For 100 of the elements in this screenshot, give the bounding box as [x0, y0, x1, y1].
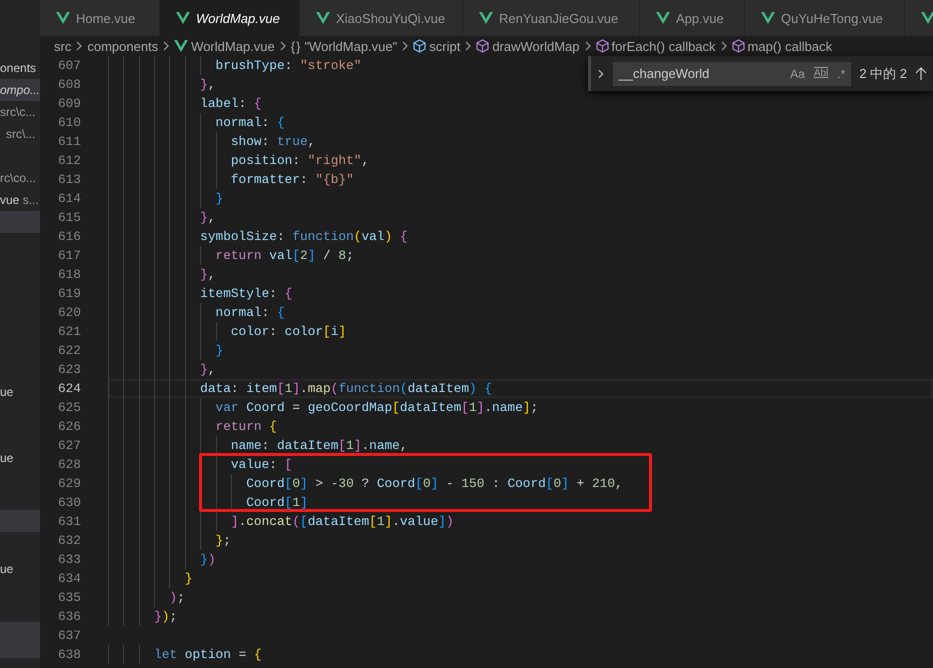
- code-line: }: [214, 343, 224, 358]
- line-number: 629: [56, 475, 81, 493]
- line-number: 632: [56, 532, 81, 550]
- list-item[interactable]: rc\co...: [0, 167, 40, 189]
- code-line: itemStyle: {: [199, 286, 292, 301]
- line-number: 634: [56, 570, 81, 588]
- line-number: 636: [56, 608, 81, 626]
- code-line: }): [199, 552, 216, 567]
- list-item[interactable]: src\...: [0, 123, 40, 145]
- line-number: 619: [56, 285, 81, 303]
- editor-tab[interactable]: XiaoShouYuQi.vue: [300, 0, 463, 36]
- chevron-icon: [720, 40, 728, 52]
- up-arrow-icon: [915, 66, 927, 80]
- vue-icon: [56, 12, 70, 24]
- editor-tab[interactable]: Home.vue: [40, 0, 160, 36]
- chevron-icon: [597, 68, 605, 80]
- line-number: 612: [56, 152, 81, 170]
- cube-icon: [413, 39, 426, 53]
- chevron-icon: [162, 40, 170, 52]
- chevron-icon: [278, 40, 287, 52]
- search-field[interactable]: __changeWorld Aa Abl .*: [612, 62, 852, 86]
- code-line: label: {: [199, 96, 262, 111]
- code-line: },: [199, 210, 216, 225]
- code-line: }: [184, 571, 192, 586]
- chevron-icon: [584, 40, 592, 52]
- breadcrumb-item[interactable]: WorldMap.vue: [174, 38, 275, 54]
- chevron-icon: [464, 40, 472, 52]
- vue-icon: [656, 12, 670, 24]
- breadcrumb-item[interactable]: script: [413, 38, 460, 54]
- line-number: 608: [56, 76, 81, 94]
- code-line: return val[2] / 8;: [214, 248, 354, 263]
- chevron-icon: [75, 40, 84, 52]
- list-item[interactable]: ue: [0, 447, 40, 469]
- chevron-icon: [401, 40, 410, 52]
- breadcrumb-item[interactable]: components: [87, 38, 158, 54]
- code-line: formatter: "{b}": [230, 172, 354, 187]
- cube-icon: [732, 39, 745, 53]
- list-item[interactable]: ue: [0, 558, 40, 580]
- vue-icon: [479, 12, 493, 24]
- code-line: value: [: [230, 457, 292, 472]
- code-line: name: dataItem[1].name,: [230, 438, 408, 453]
- line-number: 611: [56, 133, 81, 151]
- breadcrumb-item[interactable]: src: [54, 38, 72, 54]
- list-item[interactable]: ompo...: [0, 79, 40, 101]
- list-item[interactable]: onents: [0, 57, 40, 79]
- code-line: brushType: "stroke": [214, 58, 362, 73]
- line-number: 638: [56, 646, 81, 664]
- line-number: 624: [56, 380, 81, 398]
- line-number: 631: [56, 513, 81, 531]
- code-line: },: [199, 362, 216, 377]
- breadcrumb-item[interactable]: {} "WorldMap.vue": [290, 38, 398, 54]
- cube-icon: [476, 39, 490, 53]
- vue-icon: [316, 12, 330, 24]
- option-toggle[interactable]: Aa: [790, 66, 805, 80]
- line-number: 626: [56, 418, 81, 436]
- code-line: Coord[1]: [245, 495, 308, 510]
- code-line: data: item[1].map(function(dataItem) {: [199, 381, 492, 396]
- code-line: show: true,: [230, 134, 316, 149]
- code-line: },: [199, 267, 216, 282]
- editor-tab[interactable]: QuYuHeTong.vue: [745, 0, 905, 36]
- editor-tab[interactable]: App.vue: [640, 0, 745, 36]
- list-item[interactable]: ue: [0, 381, 40, 403]
- breadcrumb-item[interactable]: map() callback: [732, 38, 832, 54]
- code-line: },: [199, 77, 216, 92]
- match-count: 2 中的 2: [859, 64, 907, 82]
- code-line: var Coord = geoCoordMap[dataItem[1].name];: [214, 400, 538, 415]
- code-line: position: "right",: [230, 153, 370, 168]
- breadcrumb-item[interactable]: drawWorldMap: [476, 38, 580, 54]
- vue-icon: [761, 12, 775, 24]
- list-item[interactable]: [0, 622, 40, 658]
- option-toggle[interactable]: Abl: [814, 66, 828, 80]
- code-line: symbolSize: function(val) {: [199, 229, 408, 244]
- list-item[interactable]: src\c...: [0, 101, 40, 123]
- line-number: 621: [56, 323, 81, 341]
- vue-icon: [174, 40, 188, 52]
- list-item[interactable]: [0, 211, 40, 233]
- line-number: 610: [56, 114, 81, 132]
- line-number: 628: [56, 456, 81, 474]
- code-line: ].concat([dataItem[1].value]): [230, 514, 454, 529]
- line-number: 613: [56, 171, 81, 189]
- list-item[interactable]: vue s...: [0, 189, 40, 211]
- line-number: 615: [56, 209, 81, 227]
- line-number: 627: [56, 437, 81, 455]
- code-line: normal: {: [214, 115, 285, 130]
- breadcrumb-item[interactable]: forEach() callback: [596, 38, 716, 54]
- line-number: 620: [56, 304, 81, 322]
- code-line: );: [168, 590, 185, 605]
- line-number: 625: [56, 399, 81, 417]
- list-item[interactable]: [0, 510, 40, 532]
- editor-tab[interactable]: WorldMap.vue: [160, 0, 300, 36]
- option-toggle[interactable]: .*: [837, 66, 846, 80]
- line-number: 623: [56, 361, 81, 379]
- code-line: normal: {: [214, 305, 285, 320]
- code-line: });: [153, 609, 178, 624]
- line-number: 637: [56, 627, 81, 645]
- line-number: 609: [56, 95, 81, 113]
- line-number: 635: [56, 589, 81, 607]
- vue-icon: [176, 12, 190, 24]
- line-number: 607: [56, 57, 81, 75]
- editor-tab[interactable]: RenYuanJieGou.vue: [463, 0, 640, 36]
